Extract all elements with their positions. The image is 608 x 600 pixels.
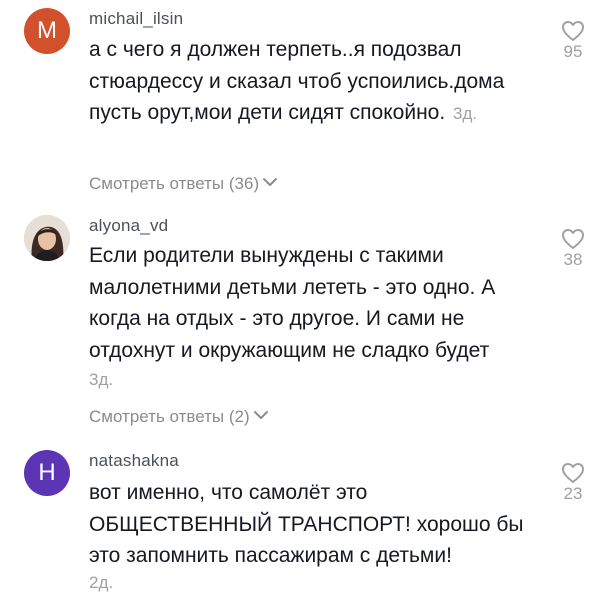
like-count: 95 xyxy=(563,42,583,61)
chevron-down-icon xyxy=(261,173,279,193)
heart-icon xyxy=(556,228,590,250)
comment-text: вот именно, что самолёт это ОБЩЕСТВЕННЫЙ… xyxy=(89,477,539,572)
avatar[interactable]: H xyxy=(24,450,70,496)
view-replies-label: Смотреть ответы (36) xyxy=(89,174,260,193)
like-count: 23 xyxy=(563,484,583,503)
like-count: 38 xyxy=(563,250,583,269)
avatar[interactable] xyxy=(24,215,70,261)
chevron-down-icon xyxy=(252,406,270,426)
heart-icon xyxy=(556,462,590,484)
comment-text: Если родители вынуждены с такими малолет… xyxy=(89,240,539,366)
view-replies-button[interactable]: Смотреть ответы (2) xyxy=(89,407,270,427)
like-button[interactable]: 38 xyxy=(556,228,590,270)
comment-body: а с чего я должен терпеть..я подозвал ст… xyxy=(89,38,505,124)
avatar[interactable]: M xyxy=(24,8,70,54)
comment-body: Если родители вынуждены с такими малолет… xyxy=(89,244,496,362)
comment-item: M michail_ilsin а с чего я должен терпет… xyxy=(0,0,608,200)
comment-item: alyona_vd Если родители вынуждены с таки… xyxy=(0,205,608,435)
comment-username[interactable]: michail_ilsin xyxy=(89,9,183,29)
like-button[interactable]: 23 xyxy=(556,462,590,504)
avatar-photo xyxy=(24,215,70,261)
comment-username[interactable]: natashakna xyxy=(89,451,179,471)
like-button[interactable]: 95 xyxy=(556,20,590,62)
view-replies-button[interactable]: Смотреть ответы (36) xyxy=(89,174,279,194)
comment-item: H natashakna вот именно, что самолёт это… xyxy=(0,440,608,600)
comment-text: а с чего я должен терпеть..я подозвал ст… xyxy=(89,34,539,130)
comment-username[interactable]: alyona_vd xyxy=(89,216,168,236)
comment-time: 3д. xyxy=(89,370,114,389)
comment-time: 2д. xyxy=(89,573,114,592)
comment-body: вот именно, что самолёт это ОБЩЕСТВЕННЫЙ… xyxy=(89,481,524,567)
comment-time: 3д. xyxy=(453,104,478,123)
heart-icon xyxy=(556,20,590,42)
view-replies-label: Смотреть ответы (2) xyxy=(89,407,250,426)
